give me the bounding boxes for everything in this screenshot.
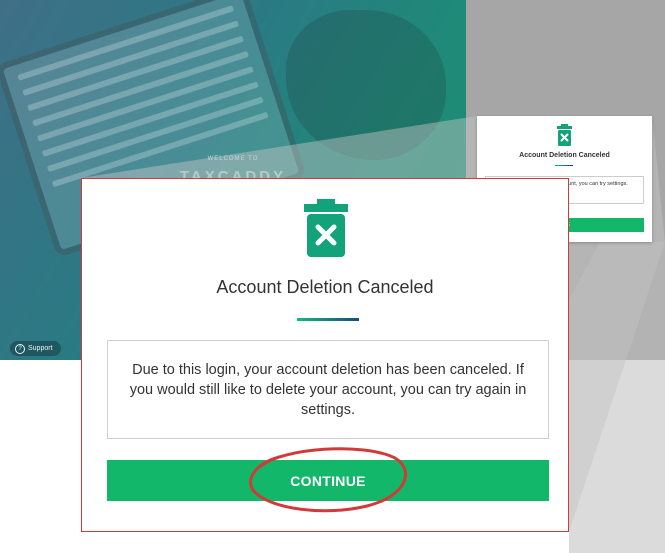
welcome-text: WELCOME TO [207,156,259,162]
bag-illustration [286,10,446,160]
support-label: Support [28,345,53,352]
support-button[interactable]: ? Support [10,341,61,356]
thumbnail-divider [555,165,573,166]
question-circle-icon: ? [15,343,25,354]
modal-title: Account Deletion Canceled [216,277,434,297]
thumbnail-title: Account Deletion Canceled [519,152,610,159]
modal-message: Due to this login, your account deletion… [129,361,527,418]
title-divider [297,318,359,321]
trash-x-icon [557,124,572,151]
trash-x-icon [304,199,348,262]
account-deletion-canceled-modal: Account Deletion Canceled Due to this lo… [81,178,569,532]
continue-button[interactable]: CONTINUE [107,460,549,501]
message-box: Due to this login, your account deletion… [107,340,549,439]
